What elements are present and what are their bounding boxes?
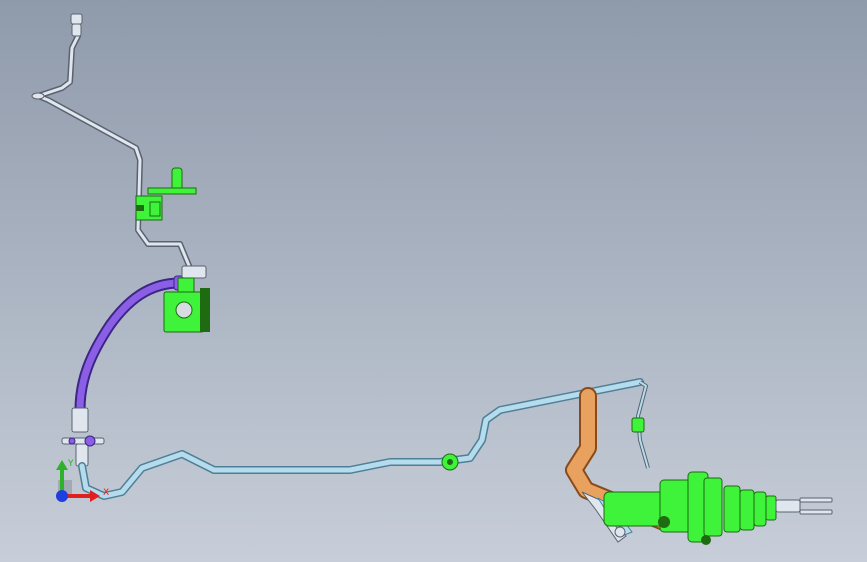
assembly-view: X Y: [31, 13, 833, 545]
tube-clip[interactable]: [441, 453, 459, 471]
y-axis-label: Y: [67, 459, 74, 469]
upper-right-link: [631, 380, 650, 469]
top-fitting: [70, 13, 83, 37]
hose-crimp-lower: [61, 407, 105, 467]
master-cylinder-assembly[interactable]: [581, 471, 833, 545]
light-blue-brake-line[interactable]: [78, 378, 650, 500]
tube-end-bend: [31, 92, 45, 100]
upper-mounting-bracket[interactable]: [135, 167, 197, 221]
z-axis-dot: [56, 490, 68, 502]
y-axis-arrowhead: [56, 460, 68, 470]
metal-brake-line[interactable]: [31, 13, 193, 271]
push-rod: [775, 497, 833, 515]
cad-viewport[interactable]: X Y: [0, 0, 867, 562]
x-axis-label: X: [103, 488, 109, 498]
